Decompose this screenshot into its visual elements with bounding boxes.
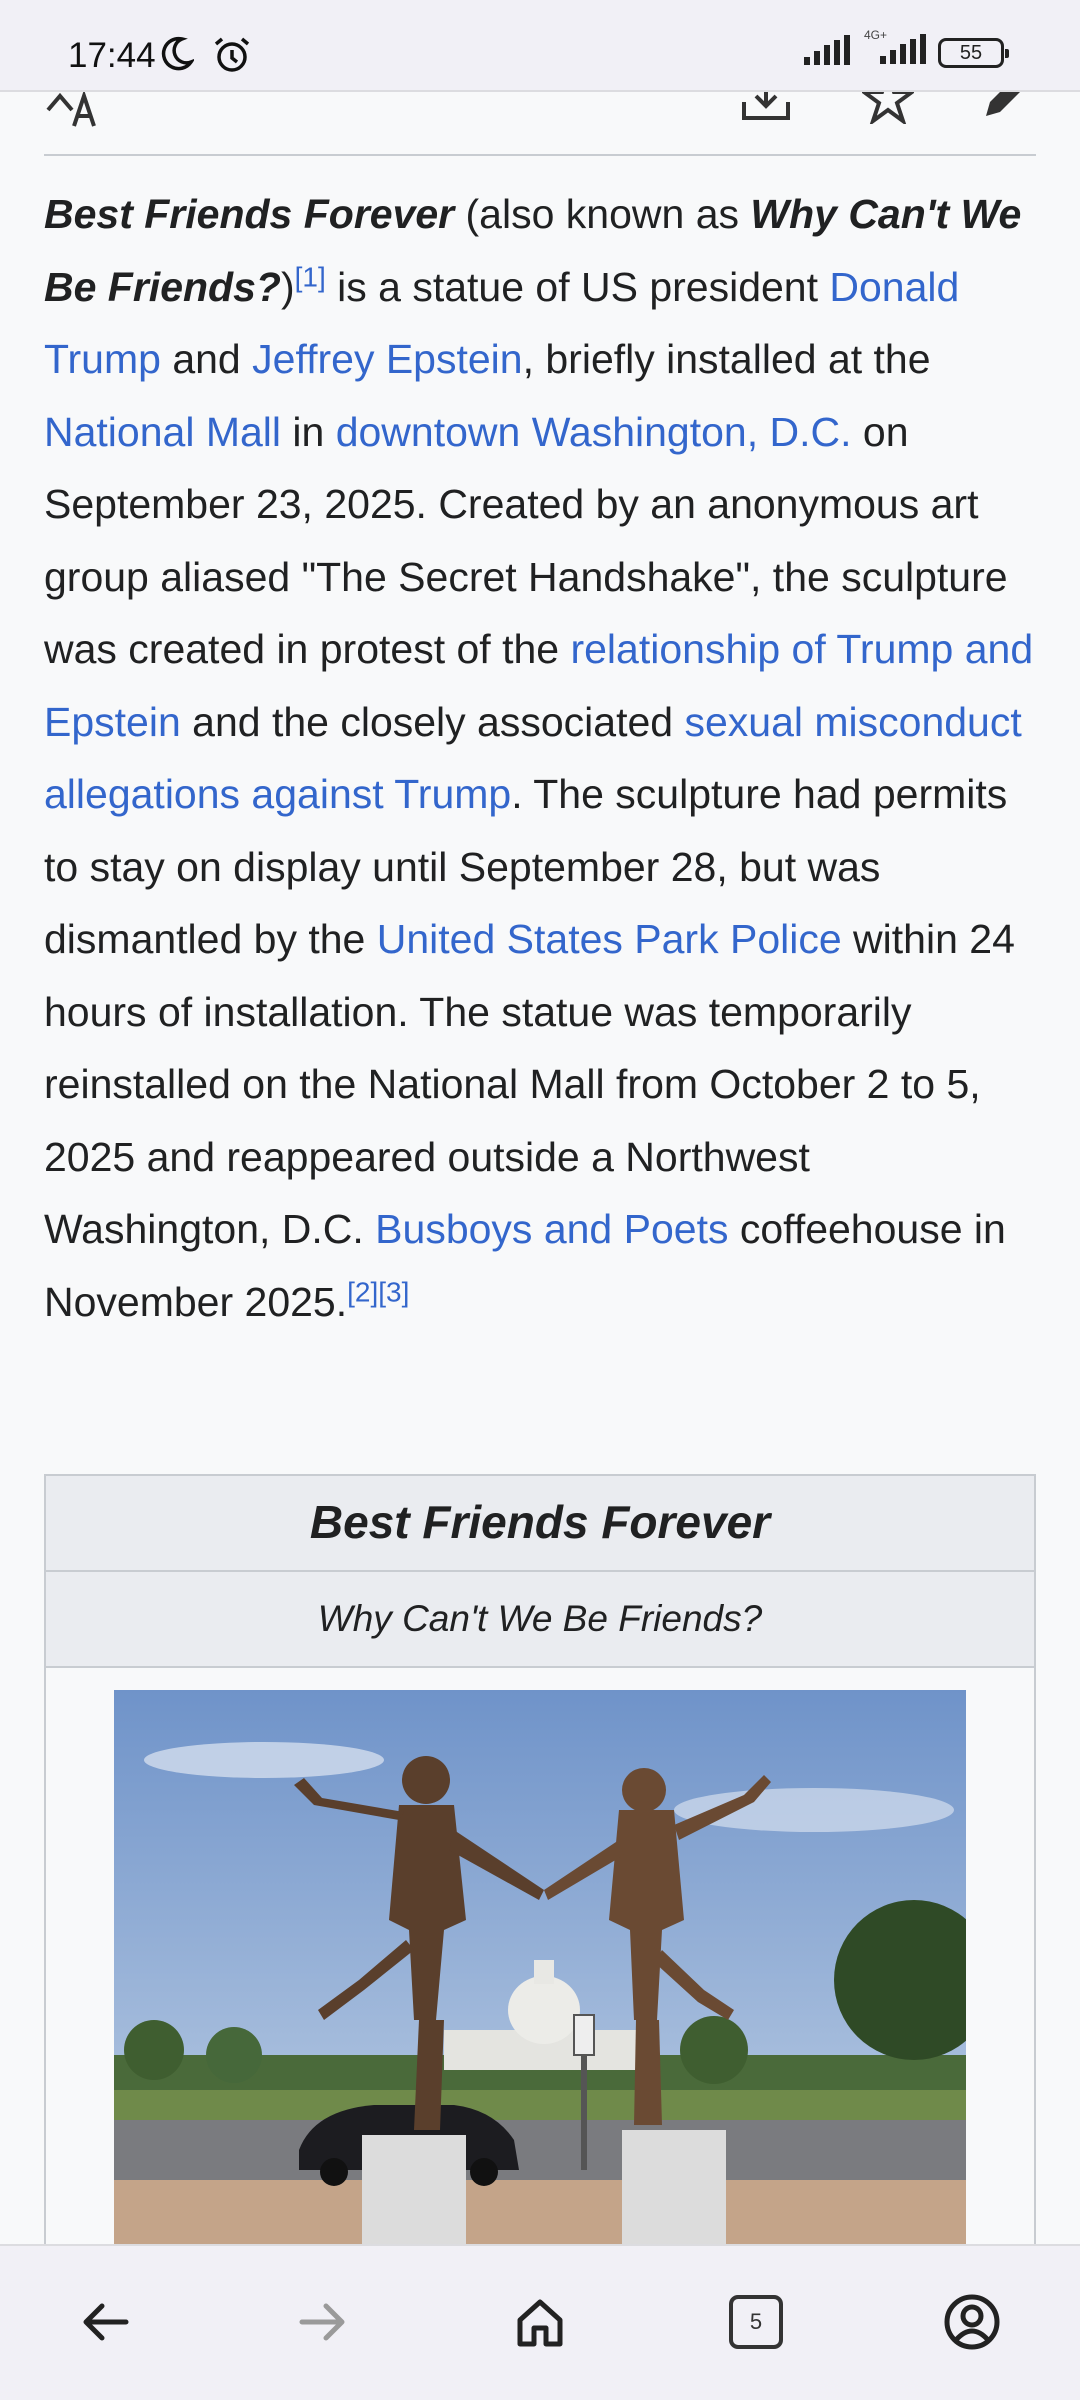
link-jeffrey-epstein[interactable]: Jeffrey Epstein: [252, 336, 522, 382]
download-icon[interactable]: [740, 92, 792, 129]
reference-3[interactable]: [3]: [378, 1276, 409, 1307]
text-size-icon[interactable]: [44, 92, 104, 141]
battery-icon: 55: [938, 37, 1009, 68]
reference-1[interactable]: [1]: [295, 261, 326, 292]
browser-bottom-nav: 5: [0, 2244, 1080, 2400]
toolbar-divider: [44, 154, 1036, 156]
link-park-police[interactable]: United States Park Police: [377, 916, 842, 962]
reference-2[interactable]: [2]: [347, 1276, 378, 1307]
network-type-label: 4G+: [864, 28, 888, 42]
statue-photo[interactable]: [114, 1690, 966, 2272]
link-downtown-dc[interactable]: downtown Washington, D.C.: [336, 409, 852, 455]
infobox: Best Friends Forever Why Can't We Be Fri…: [44, 1474, 1036, 2274]
account-icon[interactable]: [936, 2286, 1008, 2358]
star-icon[interactable]: [860, 92, 916, 129]
article-subject-title: Best Friends Forever: [44, 191, 455, 237]
back-arrow-icon[interactable]: [70, 2286, 142, 2358]
status-bar: 17:44 4G+ 55: [0, 0, 1080, 92]
edit-icon[interactable]: [978, 92, 1030, 129]
link-busboys-and-poets[interactable]: Busboys and Poets: [375, 1206, 728, 1252]
article-toolbar: [0, 92, 1080, 156]
infobox-subtitle: Why Can't We Be Friends?: [46, 1572, 1034, 1668]
article-lead-paragraph: Best Friends Forever (also known as Why …: [44, 191, 1034, 1325]
tab-count: 5: [729, 2295, 783, 2349]
signal-icon: [804, 35, 854, 70]
home-icon[interactable]: [504, 2286, 576, 2358]
status-time: 17:44: [68, 36, 156, 75]
tabs-icon[interactable]: 5: [720, 2286, 792, 2358]
signal-4g-icon: 4G+: [864, 28, 928, 71]
infobox-title: Best Friends Forever: [46, 1476, 1034, 1572]
alarm-icon: [212, 36, 252, 79]
forward-arrow-icon[interactable]: [286, 2286, 358, 2358]
battery-level: 55: [959, 41, 983, 64]
do-not-disturb-icon: [160, 36, 196, 77]
link-national-mall[interactable]: National Mall: [44, 409, 281, 455]
